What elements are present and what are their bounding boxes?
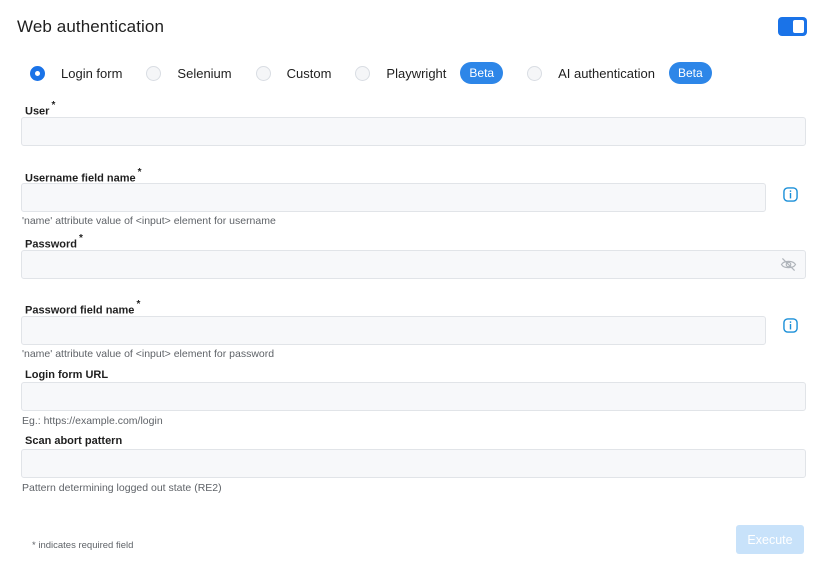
label-text: Scan abort pattern: [25, 435, 123, 447]
radio-label: AI authentication: [558, 65, 655, 81]
page-title: Web authentication: [17, 17, 165, 36]
toggle-knob: [793, 20, 804, 33]
username-field-name-hint: 'name' attribute value of <input> elemen…: [22, 215, 276, 227]
scan-abort-pattern-input[interactable]: [21, 449, 806, 478]
radio-label: Selenium: [177, 65, 232, 81]
user-label: User*: [25, 100, 56, 118]
radio-label: Playwright: [386, 65, 447, 81]
required-marker: *: [137, 167, 142, 178]
scan-abort-pattern-label: Scan abort pattern: [25, 435, 122, 447]
required-field-note: * indicates required field: [32, 540, 134, 551]
info-icon[interactable]: [783, 187, 798, 202]
scan-abort-pattern-hint: Pattern determining logged out state (RE…: [22, 482, 222, 494]
required-marker: *: [51, 100, 56, 111]
auth-method-playwright[interactable]: Playwright Beta: [355, 62, 504, 84]
radio-label: Custom: [286, 65, 332, 81]
required-marker: *: [78, 233, 83, 244]
auth-method-login-form[interactable]: Login form: [30, 65, 123, 81]
login-form-url-label: Login form URL: [25, 369, 108, 381]
password-input[interactable]: [21, 250, 806, 279]
password-label: Password*: [25, 233, 83, 251]
auth-method-ai-authentication[interactable]: AI authentication Beta: [527, 62, 712, 84]
password-field-name-label: Password field name*: [25, 299, 141, 317]
login-form-url-input[interactable]: [21, 382, 806, 411]
label-text: Password field name: [25, 304, 135, 317]
eye-off-icon[interactable]: [780, 257, 797, 272]
beta-badge: Beta: [460, 62, 504, 84]
login-form-url-hint: Eg.: https://example.com/login: [22, 415, 163, 427]
radio-button[interactable]: [527, 65, 543, 81]
radio-button[interactable]: [30, 65, 45, 81]
auth-method-custom[interactable]: Custom: [255, 65, 332, 81]
auth-method-selenium[interactable]: Selenium: [146, 65, 232, 81]
beta-badge: Beta: [668, 62, 712, 84]
required-marker: *: [136, 299, 141, 310]
password-field-name-hint: 'name' attribute value of <input> elemen…: [22, 348, 275, 360]
label-text: Password: [25, 238, 77, 251]
radio-label: Login form: [61, 65, 123, 81]
user-input[interactable]: [21, 117, 806, 146]
label-text: Login form URL: [25, 369, 109, 381]
info-icon[interactable]: [783, 318, 798, 333]
radio-button[interactable]: [146, 65, 162, 81]
web-authentication-toggle[interactable]: [778, 17, 807, 36]
execute-button[interactable]: Execute: [736, 525, 804, 554]
radio-button[interactable]: [255, 65, 271, 81]
username-field-name-input[interactable]: [21, 183, 766, 212]
radio-button[interactable]: [355, 65, 371, 81]
auth-method-radio-group: Login form Selenium Custom Playwright Be…: [30, 62, 736, 84]
password-field-name-input[interactable]: [21, 316, 766, 345]
label-text: User: [25, 105, 50, 118]
